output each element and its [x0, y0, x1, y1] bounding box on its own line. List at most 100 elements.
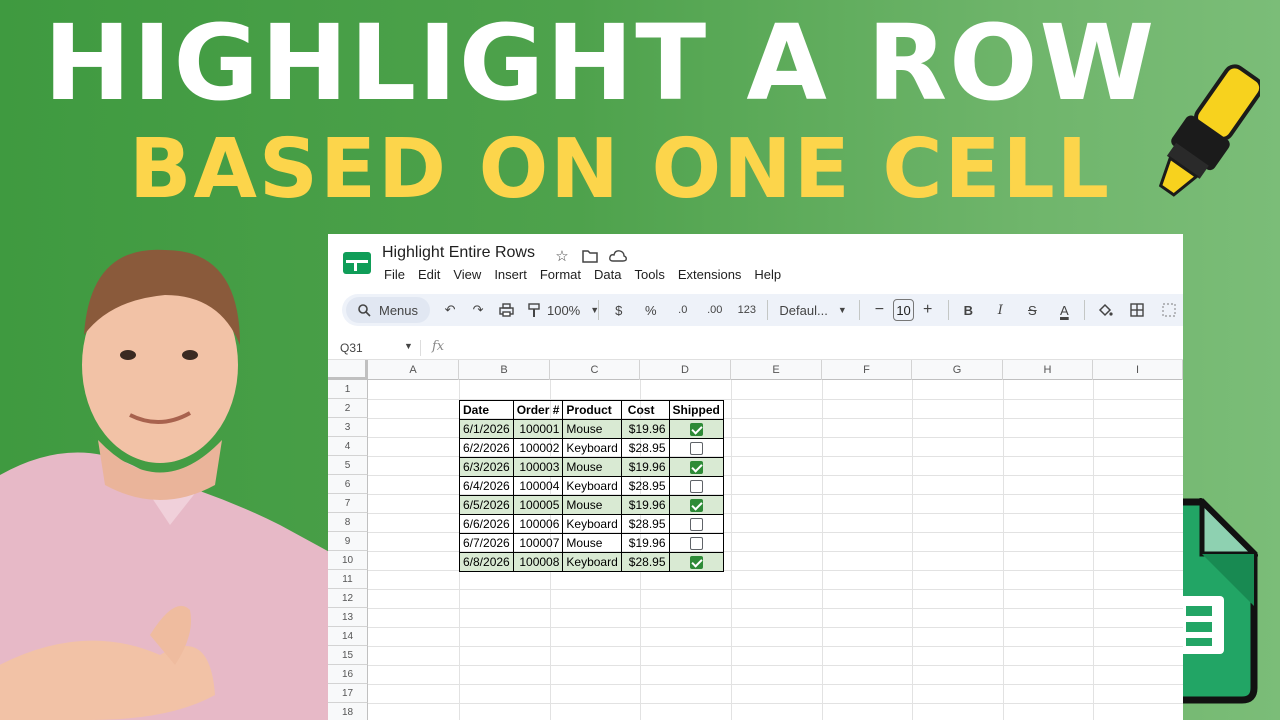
cell-order-number[interactable]: 100004: [512, 476, 564, 496]
merge-cells-icon[interactable]: [1157, 298, 1181, 322]
header-cell-shipped[interactable]: Shipped: [668, 400, 724, 420]
header-cell-cost[interactable]: Cost: [620, 400, 670, 420]
percent-format-button[interactable]: %: [639, 298, 663, 322]
cell-shipped[interactable]: [668, 495, 724, 515]
star-icon[interactable]: ☆: [552, 246, 572, 266]
font-size-input[interactable]: 10: [893, 299, 914, 321]
select-all-corner[interactable]: [328, 360, 368, 380]
text-color-button[interactable]: A: [1052, 298, 1076, 322]
cell-shipped[interactable]: [668, 552, 724, 572]
font-select[interactable]: Defaul... ▼: [773, 303, 852, 318]
cell-cost[interactable]: $19.96: [620, 457, 670, 477]
cell-product[interactable]: Mouse: [562, 495, 622, 515]
paint-format-icon[interactable]: [522, 298, 546, 322]
column-header[interactable]: G: [912, 360, 1003, 380]
undo-icon[interactable]: ↶: [438, 298, 462, 322]
row-header[interactable]: 16: [328, 665, 368, 684]
cell-date[interactable]: 6/4/2026: [459, 476, 514, 496]
checkbox-unchecked-icon[interactable]: [689, 518, 703, 532]
increase-font-size-button[interactable]: +: [916, 298, 940, 322]
row-header[interactable]: 5: [328, 456, 368, 475]
row-header[interactable]: 14: [328, 627, 368, 646]
cell-date[interactable]: 6/8/2026: [459, 552, 514, 572]
move-to-folder-icon[interactable]: [580, 246, 600, 266]
cell-cost[interactable]: $28.95: [620, 552, 670, 572]
column-header[interactable]: C: [550, 360, 640, 380]
borders-icon[interactable]: [1125, 298, 1149, 322]
header-cell-date[interactable]: Date: [459, 400, 514, 420]
cell-cost[interactable]: $28.95: [620, 438, 670, 458]
cell-product[interactable]: Mouse: [562, 419, 622, 439]
column-header[interactable]: B: [459, 360, 550, 380]
row-header[interactable]: 13: [328, 608, 368, 627]
checkbox-unchecked-icon[interactable]: [689, 442, 703, 456]
name-box[interactable]: Q31: [340, 341, 363, 355]
row-header[interactable]: 2: [328, 399, 368, 418]
cell-cost[interactable]: $28.95: [620, 476, 670, 496]
checkbox-unchecked-icon[interactable]: [689, 537, 703, 551]
column-header[interactable]: A: [368, 360, 459, 380]
cell-cost[interactable]: $19.96: [620, 533, 670, 553]
row-header[interactable]: 18: [328, 703, 368, 720]
number-format-button[interactable]: 123: [735, 298, 759, 322]
cell-product[interactable]: Keyboard: [562, 438, 622, 458]
cell-order-number[interactable]: 100001: [512, 419, 564, 439]
cell-product[interactable]: Keyboard: [562, 476, 622, 496]
menu-edit[interactable]: Edit: [418, 267, 440, 282]
cell-shipped[interactable]: [668, 533, 724, 553]
cell-date[interactable]: 6/5/2026: [459, 495, 514, 515]
cell-shipped[interactable]: [668, 438, 724, 458]
cell-product[interactable]: Mouse: [562, 457, 622, 477]
cell-cost[interactable]: $19.96: [620, 495, 670, 515]
checkbox-checked-icon[interactable]: [689, 423, 703, 437]
menu-extensions[interactable]: Extensions: [678, 267, 742, 282]
column-header[interactable]: F: [822, 360, 912, 380]
checkbox-checked-icon[interactable]: [689, 461, 703, 475]
row-header[interactable]: 15: [328, 646, 368, 665]
cell-product[interactable]: Keyboard: [562, 514, 622, 534]
row-header[interactable]: 1: [328, 380, 368, 399]
column-header[interactable]: E: [731, 360, 822, 380]
row-header[interactable]: 7: [328, 494, 368, 513]
bold-button[interactable]: B: [956, 298, 980, 322]
cell-order-number[interactable]: 100002: [512, 438, 564, 458]
menu-insert[interactable]: Insert: [494, 267, 527, 282]
cell-cost[interactable]: $19.96: [620, 419, 670, 439]
header-cell-product[interactable]: Product: [562, 400, 622, 420]
chevron-down-icon[interactable]: ▼: [404, 341, 413, 351]
menu-file[interactable]: File: [384, 267, 405, 282]
strikethrough-button[interactable]: S: [1020, 298, 1044, 322]
cell-order-number[interactable]: 100005: [512, 495, 564, 515]
menus-search-button[interactable]: Menus: [346, 297, 431, 323]
cell-date[interactable]: 6/3/2026: [459, 457, 514, 477]
cell-cost[interactable]: $28.95: [620, 514, 670, 534]
cell-order-number[interactable]: 100008: [512, 552, 564, 572]
cell-product[interactable]: Keyboard: [562, 552, 622, 572]
cell-order-number[interactable]: 100007: [512, 533, 564, 553]
cell-shipped[interactable]: [668, 476, 724, 496]
cell-date[interactable]: 6/1/2026: [459, 419, 514, 439]
column-header[interactable]: D: [640, 360, 731, 380]
cell-shipped[interactable]: [668, 514, 724, 534]
decrease-decimal-button[interactable]: .0: [671, 298, 695, 322]
menu-data[interactable]: Data: [594, 267, 621, 282]
cell-date[interactable]: 6/6/2026: [459, 514, 514, 534]
italic-button[interactable]: I: [988, 298, 1012, 322]
row-header[interactable]: 11: [328, 570, 368, 589]
sheets-app-icon[interactable]: [342, 251, 372, 275]
document-title[interactable]: Highlight Entire Rows: [382, 244, 535, 262]
print-icon[interactable]: [494, 298, 518, 322]
checkbox-checked-icon[interactable]: [689, 499, 703, 513]
cell-date[interactable]: 6/2/2026: [459, 438, 514, 458]
row-header[interactable]: 6: [328, 475, 368, 494]
column-header[interactable]: I: [1093, 360, 1183, 380]
menu-help[interactable]: Help: [754, 267, 781, 282]
redo-icon[interactable]: ↷: [466, 298, 490, 322]
currency-format-button[interactable]: $: [607, 298, 631, 322]
cell-shipped[interactable]: [668, 457, 724, 477]
cell-date[interactable]: 6/7/2026: [459, 533, 514, 553]
row-header[interactable]: 17: [328, 684, 368, 703]
zoom-select[interactable]: 100% ▼: [547, 298, 599, 322]
menu-view[interactable]: View: [453, 267, 481, 282]
fill-color-icon[interactable]: [1093, 298, 1117, 322]
